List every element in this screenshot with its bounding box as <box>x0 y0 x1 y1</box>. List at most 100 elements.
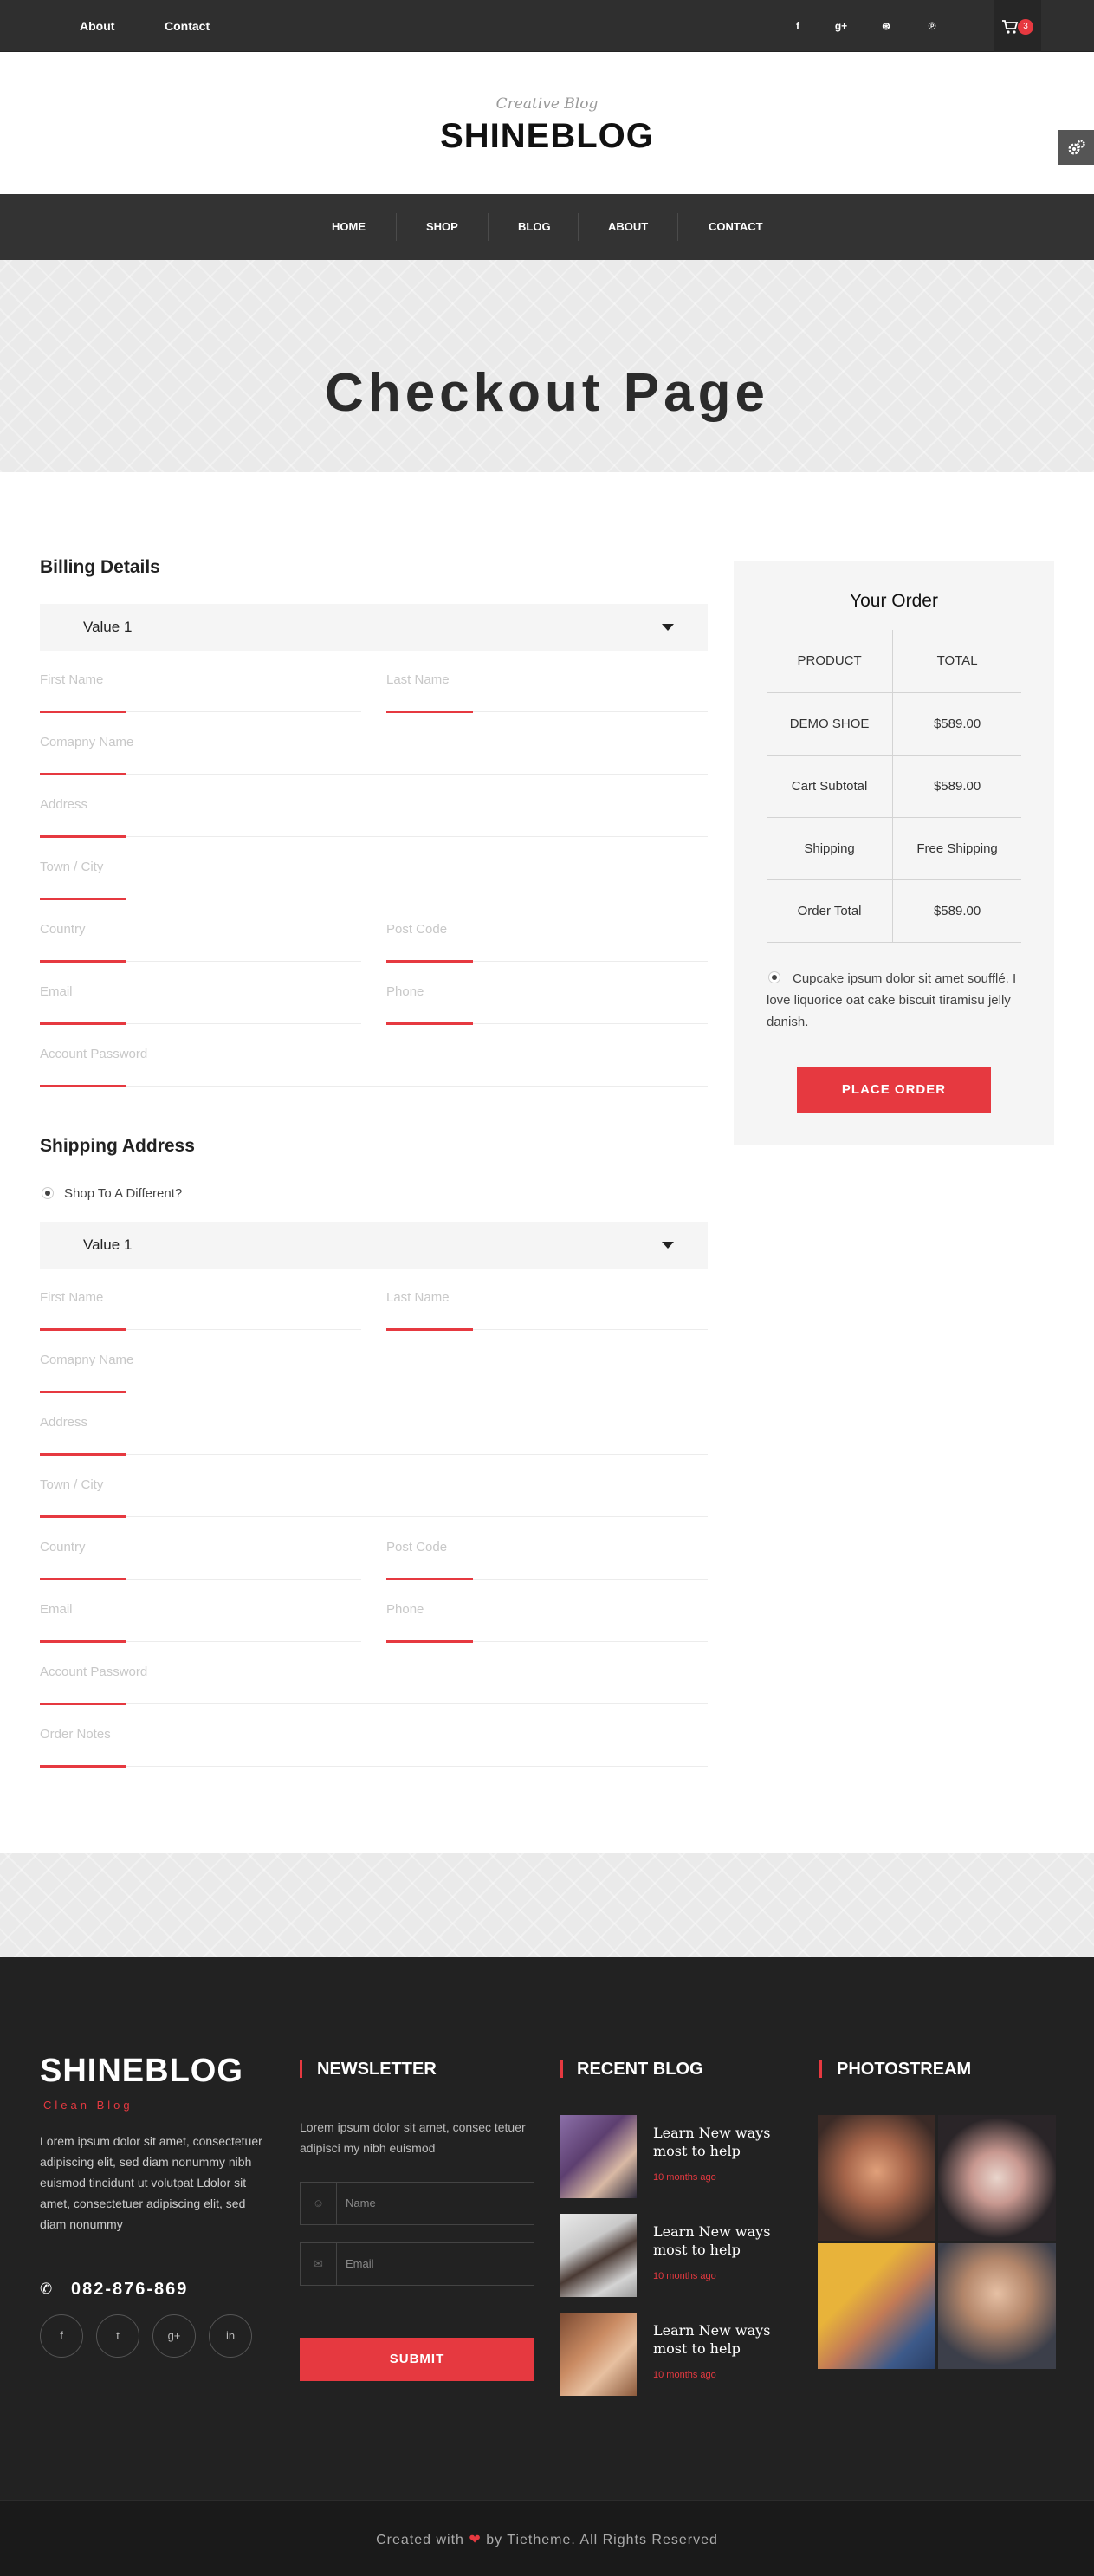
field-placeholder: Post Code <box>386 1540 448 1554</box>
heading-accent <box>560 2060 563 2078</box>
photostream-image[interactable] <box>938 2115 1056 2241</box>
heading-accent <box>819 2060 822 2078</box>
field-placeholder: First Name <box>40 1290 104 1305</box>
ship-different-label: Shop To A Different? <box>64 1186 183 1201</box>
shipping-last-name-field[interactable]: Last Name <box>386 1283 708 1331</box>
field-placeholder: Phone <box>386 1602 424 1617</box>
order-table: PRODUCT TOTAL DEMO SHOE $589.00 Cart Sub… <box>767 630 1021 943</box>
cart-count-badge: 3 <box>1018 19 1033 35</box>
table-cell: Free Shipping <box>892 817 1021 880</box>
newsletter-name-input[interactable]: ☺ Name <box>300 2182 534 2225</box>
billing-post-code-field[interactable]: Post Code <box>386 915 708 963</box>
order-notes-field[interactable]: Order Notes <box>40 1720 708 1768</box>
shipping-address-field[interactable]: Address <box>40 1408 708 1456</box>
copyright-bar: Created with ❤ by Tietheme. All Rights R… <box>0 2500 1094 2576</box>
nav-item-blog[interactable]: BLOG <box>518 220 551 233</box>
main-nav: HOME SHOP BLOG ABOUT CONTACT <box>0 194 1094 260</box>
blog-thumbnail[interactable] <box>560 2214 637 2297</box>
settings-toggle[interactable] <box>1058 130 1094 165</box>
nav-item-about[interactable]: ABOUT <box>608 220 648 233</box>
billing-first-name-field[interactable]: First Name <box>40 665 361 713</box>
google-plus-icon[interactable]: g+ <box>152 2314 196 2358</box>
linkedin-icon[interactable]: in <box>209 2314 252 2358</box>
google-plus-icon[interactable]: g+ <box>832 17 850 35</box>
nav-divider <box>488 213 489 241</box>
field-placeholder: Post Code <box>386 922 448 937</box>
nav-item-shop[interactable]: SHOP <box>426 220 458 233</box>
shipping-password-field[interactable]: Account Password <box>40 1658 708 1705</box>
facebook-icon[interactable]: f <box>789 17 806 35</box>
table-row: DEMO SHOE $589.00 <box>767 692 1021 756</box>
billing-select[interactable]: Value 1 <box>40 604 708 651</box>
shipping-company-field[interactable]: Comapny Name <box>40 1346 708 1393</box>
dribbble-icon[interactable]: ⊛ <box>877 17 895 35</box>
billing-password-field[interactable]: Account Password <box>40 1040 708 1087</box>
caret-down-icon <box>662 624 674 631</box>
table-cell: DEMO SHOE <box>767 692 894 756</box>
footer-phone: 082-876-869 <box>71 2280 189 2299</box>
field-placeholder: Country <box>40 1540 86 1554</box>
shipping-country-field[interactable]: Country <box>40 1533 361 1580</box>
caret-down-icon <box>662 1242 674 1249</box>
shipping-select[interactable]: Value 1 <box>40 1222 708 1269</box>
field-placeholder: Last Name <box>386 672 450 687</box>
billing-company-field[interactable]: Comapny Name <box>40 728 708 775</box>
field-placeholder: Comapny Name <box>40 1353 134 1367</box>
photostream-image[interactable] <box>818 2243 935 2369</box>
billing-email-field[interactable]: Email <box>40 977 361 1025</box>
nav-divider <box>677 213 678 241</box>
blog-thumbnail[interactable] <box>560 2313 637 2396</box>
field-placeholder: Country <box>40 922 86 937</box>
field-placeholder: Email <box>40 1602 73 1617</box>
footer-logo[interactable]: SHINEBLOG <box>40 2053 243 2090</box>
shipping-phone-field[interactable]: Phone <box>386 1595 708 1643</box>
shipping-town-field[interactable]: Town / City <box>40 1470 708 1518</box>
site-header: Creative Blog SHINEBLOG <box>0 52 1094 194</box>
billing-last-name-field[interactable]: Last Name <box>386 665 708 713</box>
place-order-button[interactable]: PLACE ORDER <box>797 1067 991 1113</box>
blog-post-title[interactable]: Learn New ways most to help <box>653 2222 783 2259</box>
pinterest-icon[interactable]: ℗ <box>923 17 941 35</box>
shipping-post-code-field[interactable]: Post Code <box>386 1533 708 1580</box>
newsletter-submit-button[interactable]: SUBMIT <box>300 2338 534 2381</box>
nav-item-contact[interactable]: CONTACT <box>709 220 763 233</box>
billing-town-field[interactable]: Town / City <box>40 853 708 900</box>
order-title: Your Order <box>850 591 938 611</box>
footer-description: Lorem ipsum dolor sit amet, consectetuer… <box>40 2134 262 2231</box>
blog-post-title[interactable]: Learn New ways most to help <box>653 2124 783 2160</box>
shipping-first-name-field[interactable]: First Name <box>40 1283 361 1331</box>
facebook-icon[interactable]: f <box>40 2314 83 2358</box>
ship-different-radio[interactable] <box>42 1187 54 1199</box>
field-placeholder: Address <box>40 797 88 812</box>
billing-select-value: Value 1 <box>83 619 133 635</box>
photostream-image[interactable] <box>818 2115 935 2241</box>
billing-address-field[interactable]: Address <box>40 790 708 838</box>
nav-item-home[interactable]: HOME <box>332 220 366 233</box>
site-logo[interactable]: SHINEBLOG <box>0 117 1094 156</box>
page-banner: Checkout Page <box>0 260 1094 472</box>
blog-thumbnail[interactable] <box>560 2115 637 2198</box>
table-cell: $589.00 <box>892 755 1021 818</box>
top-link-contact[interactable]: Contact <box>165 19 210 33</box>
field-placeholder: First Name <box>40 672 104 687</box>
blog-post-title[interactable]: Learn New ways most to help <box>653 2321 783 2358</box>
billing-country-field[interactable]: Country <box>40 915 361 963</box>
table-header-total: TOTAL <box>892 630 1021 693</box>
twitter-icon[interactable]: t <box>96 2314 139 2358</box>
table-cell: Cart Subtotal <box>767 755 894 818</box>
photostream-image[interactable] <box>938 2243 1056 2369</box>
billing-phone-field[interactable]: Phone <box>386 977 708 1025</box>
table-row: Shipping Free Shipping <box>767 817 1021 880</box>
table-cell: $589.00 <box>892 692 1021 756</box>
table-header-product: PRODUCT <box>767 630 894 693</box>
shipping-title: Shipping Address <box>40 1136 195 1156</box>
shipping-select-value: Value 1 <box>83 1236 133 1253</box>
field-placeholder: Order Notes <box>40 1727 111 1742</box>
top-link-about[interactable]: About <box>80 19 114 33</box>
field-placeholder: Address <box>40 1415 88 1430</box>
nav-divider <box>578 213 579 241</box>
newsletter-email-input[interactable]: ✉ Email <box>300 2242 534 2286</box>
table-row: Cart Subtotal $589.00 <box>767 755 1021 818</box>
gears-icon <box>1068 140 1085 155</box>
shipping-email-field[interactable]: Email <box>40 1595 361 1643</box>
